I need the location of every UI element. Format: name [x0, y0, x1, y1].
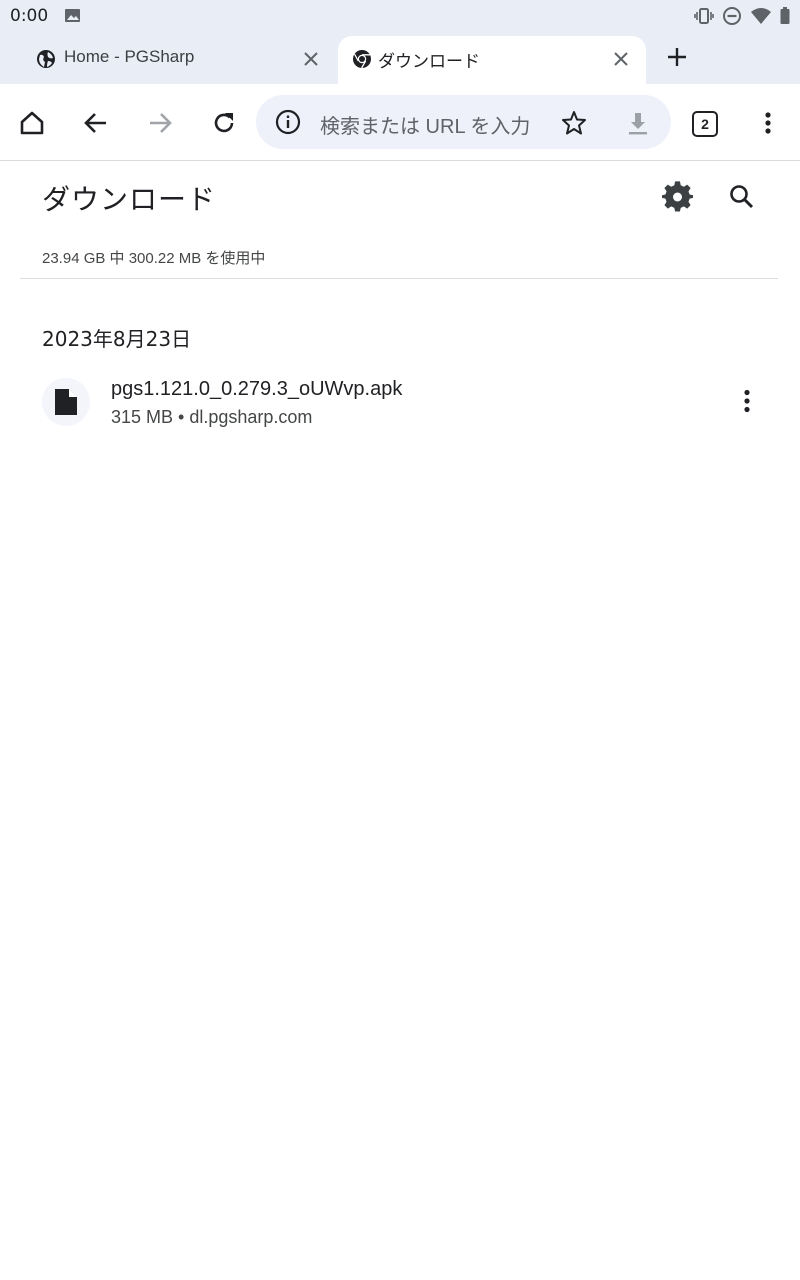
more-menu-icon[interactable]	[753, 108, 783, 138]
close-tab-icon[interactable]	[300, 48, 322, 70]
home-icon[interactable]	[17, 108, 47, 138]
bookmark-star-icon[interactable]	[560, 109, 588, 137]
page-title: ダウンロード	[42, 183, 217, 216]
download-page-icon[interactable]	[624, 109, 652, 137]
dnd-icon	[722, 6, 742, 30]
divider	[20, 278, 778, 279]
tab-home-pgsharp[interactable]: Home - PGSharp	[0, 36, 336, 84]
file-icon	[42, 378, 90, 426]
browser-toolbar: 検索または URL を入力 2	[0, 84, 800, 161]
search-icon[interactable]	[726, 181, 758, 213]
gallery-icon	[64, 8, 82, 28]
close-tab-icon[interactable]	[610, 48, 632, 70]
tab-downloads[interactable]: ダウンロード	[338, 36, 646, 84]
download-item[interactable]: pgs1.121.0_0.279.3_oUWvp.apk 315 MB • dl…	[20, 368, 780, 438]
wifi-icon	[750, 7, 772, 29]
tab-title: Home - PGSharp	[64, 47, 195, 66]
tab-switcher-button[interactable]: 2	[692, 111, 718, 137]
info-icon[interactable]	[274, 108, 302, 136]
date-header: 2023年8月23日	[42, 327, 192, 351]
storage-usage-text: 23.94 GB 中 300.22 MB を使用中	[42, 250, 266, 267]
omnibox-input[interactable]: 検索または URL を入力	[320, 110, 532, 139]
status-time: 0:00	[10, 6, 49, 26]
back-icon[interactable]	[81, 108, 111, 138]
status-bar: 0:00	[0, 0, 800, 32]
forward-icon[interactable]	[145, 108, 175, 138]
download-file-name[interactable]: pgs1.121.0_0.279.3_oUWvp.apk	[111, 378, 402, 401]
chrome-icon	[352, 49, 372, 69]
globe-icon	[36, 49, 56, 69]
tab-title: ダウンロード	[378, 52, 480, 71]
reload-icon[interactable]	[209, 108, 239, 138]
tab-strip: Home - PGSharp ダウンロード	[0, 32, 800, 84]
omnibox[interactable]: 検索または URL を入力	[256, 95, 671, 149]
settings-gear-icon[interactable]	[662, 181, 694, 213]
item-more-icon[interactable]	[732, 386, 762, 416]
vibrate-icon	[694, 7, 714, 29]
battery-icon	[780, 7, 790, 29]
new-tab-icon[interactable]	[662, 42, 692, 72]
download-file-meta: 315 MB • dl.pgsharp.com	[111, 407, 313, 427]
